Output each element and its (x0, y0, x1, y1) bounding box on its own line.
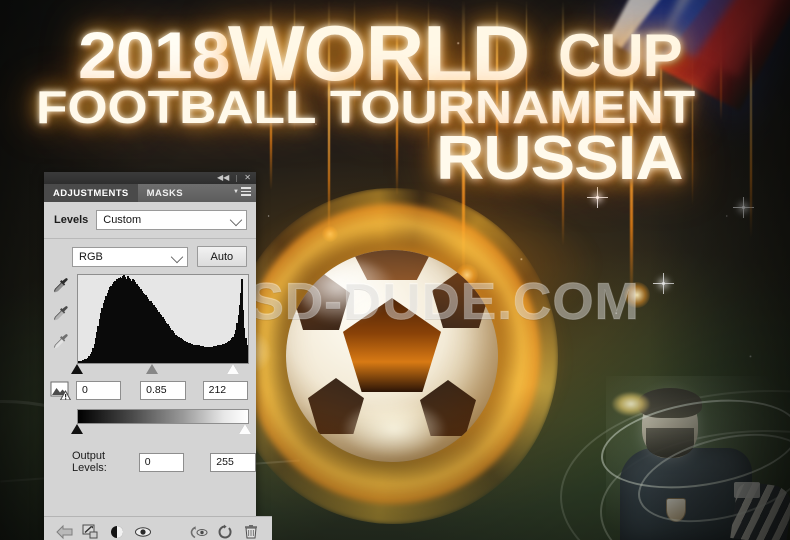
panel-titlebar: ◀◀ ✕ (44, 172, 256, 184)
output-black-field[interactable]: 0 (138, 452, 185, 472)
title-russia: RUSSIA (436, 124, 684, 193)
panel-menu-icon[interactable]: ▼ (233, 187, 251, 198)
clipping-warning-icon[interactable] (50, 380, 72, 401)
delete-adjustment-layer-button[interactable] (238, 520, 264, 540)
levels-preset-row: Levels Custom (44, 209, 256, 231)
white-point-eyedropper-icon[interactable] (50, 332, 72, 354)
black-point-eyedropper-icon[interactable] (50, 276, 72, 298)
back-to-adjustment-list-button[interactable] (52, 520, 78, 540)
panel-footer (44, 516, 272, 540)
collapse-panel-icon[interactable]: ◀◀ (217, 174, 229, 182)
tab-adjustments[interactable]: ADJUSTMENTS (44, 184, 138, 202)
close-panel-icon[interactable]: ✕ (244, 174, 251, 182)
black-point-slider[interactable] (71, 364, 83, 374)
gamma-slider[interactable] (145, 364, 158, 374)
histogram[interactable] (77, 274, 249, 364)
chevron-down-icon (170, 250, 183, 263)
eyedropper-tools (50, 276, 72, 360)
auto-button[interactable]: Auto (196, 246, 247, 267)
input-gamma-field[interactable]: 0.85 (140, 380, 186, 400)
input-level-sliders[interactable] (71, 364, 247, 377)
output-black-slider[interactable] (71, 424, 83, 434)
tab-masks[interactable]: MASKS (138, 184, 192, 202)
output-white-slider[interactable] (239, 424, 252, 434)
levels-label: Levels (54, 214, 89, 226)
poster-title-block: 2018 WORLD CUP FOOTBALL TOURNAMENT RUSSI… (0, 0, 790, 190)
output-white-field[interactable]: 255 (210, 452, 256, 472)
output-gradient-wrap (71, 409, 252, 436)
panel-body: Levels Custom RGB Auto 0 0.85 212 Output… (44, 202, 272, 540)
poster-canvas: 2018 WORLD CUP FOOTBALL TOURNAMENT RUSSI… (0, 0, 790, 540)
adjustments-panel: ◀◀ ✕ ADJUSTMENTS MASKS ▼ Levels Custom R… (44, 172, 272, 540)
output-levels-label: Output Levels: (72, 450, 107, 474)
channel-row: RGB Auto (44, 239, 256, 267)
levels-preset-select[interactable]: Custom (96, 210, 247, 230)
channel-select[interactable]: RGB (72, 246, 188, 267)
clip-to-layer-button[interactable] (78, 520, 104, 540)
title-year: 2018 (78, 18, 230, 92)
toggle-layer-visibility-button[interactable] (130, 520, 156, 540)
gray-point-eyedropper-icon[interactable] (50, 304, 72, 326)
output-gradient-bar (77, 409, 249, 424)
levels-preset-value: Custom (103, 214, 142, 226)
input-black-field[interactable]: 0 (76, 380, 122, 400)
output-level-sliders[interactable] (71, 424, 252, 436)
preview-previous-state-button[interactable] (186, 520, 212, 540)
channel-value: RGB (79, 250, 103, 263)
input-white-field[interactable]: 212 (202, 380, 248, 400)
title-cup: CUP (558, 22, 683, 89)
input-levels-row: 0 0.85 212 (44, 378, 256, 401)
panel-tabs: ADJUSTMENTS MASKS ▼ (44, 184, 256, 202)
output-levels-row: Output Levels: 0 255 (44, 436, 256, 474)
histogram-area (44, 274, 256, 378)
white-point-slider[interactable] (227, 364, 240, 374)
reset-adjustment-button[interactable] (212, 520, 238, 540)
histogram-bars (78, 275, 248, 363)
chevron-down-icon (229, 213, 243, 227)
toggle-layer-mask-button[interactable] (104, 520, 130, 540)
